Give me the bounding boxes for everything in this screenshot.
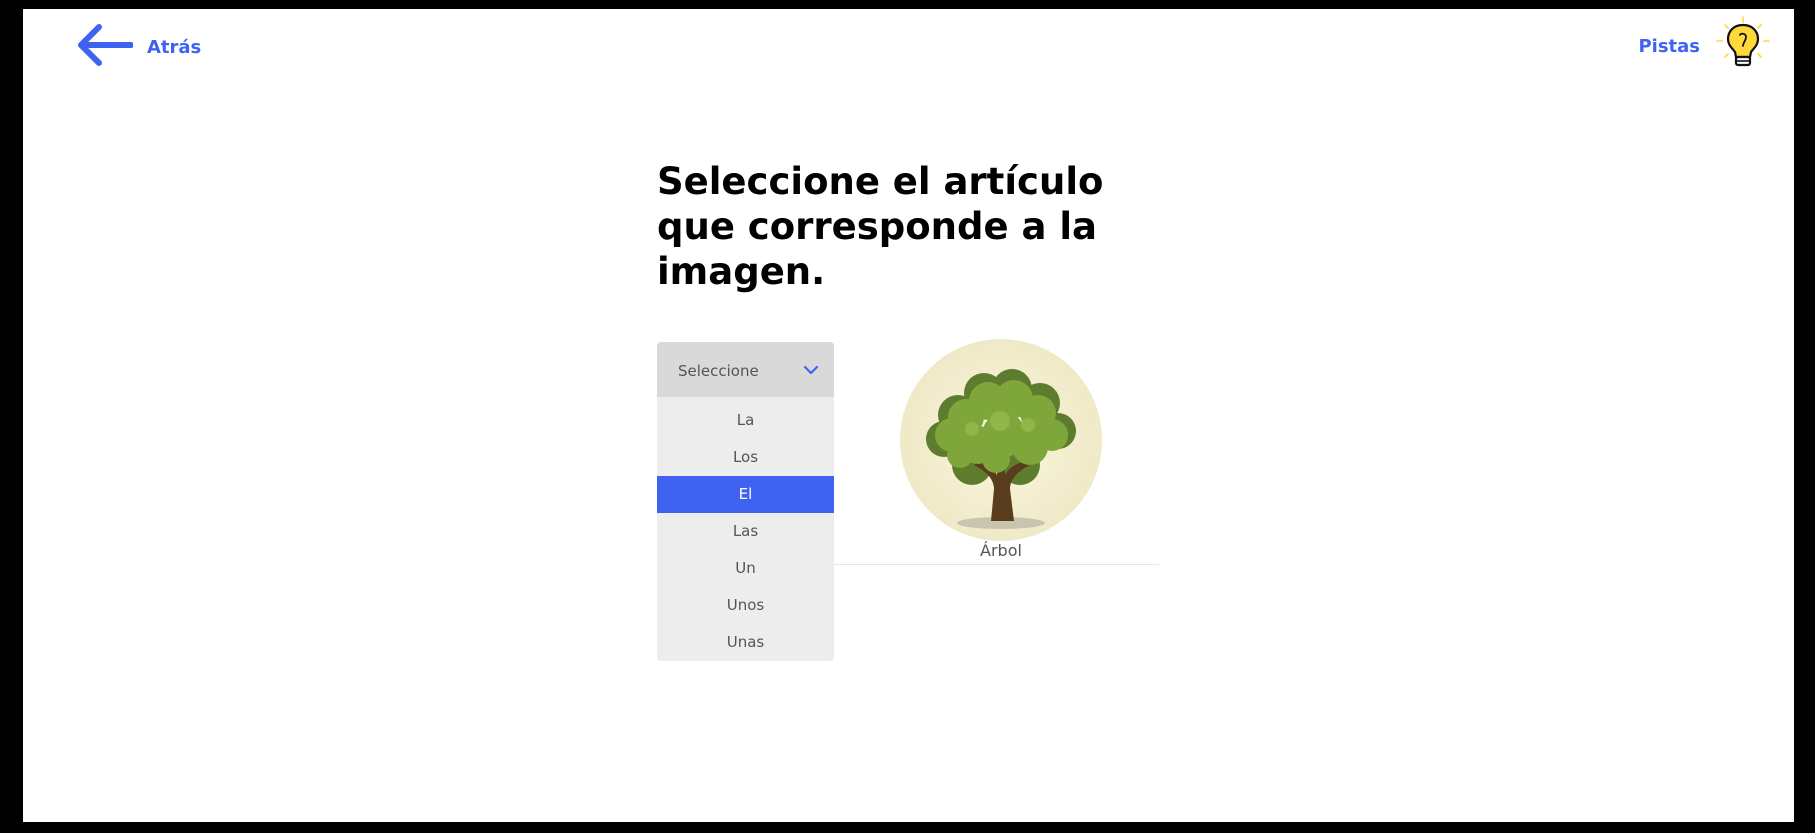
option-las[interactable]: Las — [657, 513, 834, 550]
chevron-down-icon — [803, 361, 819, 380]
answer-divider — [834, 564, 1159, 565]
option-la[interactable]: La — [657, 402, 834, 439]
option-unas[interactable]: Unas — [657, 624, 834, 661]
option-unos[interactable]: Unos — [657, 587, 834, 624]
exercise-title: Seleccione el artículo que corresponde a… — [657, 160, 1104, 293]
hints-label: Pistas — [1638, 35, 1700, 57]
page-frame: Atrás Pistas Seleccione el artículo que … — [23, 9, 1794, 822]
article-options-list: La Los El Las Un Unos Unas — [657, 397, 834, 661]
lightbulb-icon — [1714, 15, 1772, 77]
back-label: Atrás — [147, 36, 202, 58]
tree-icon — [900, 339, 1102, 541]
option-el[interactable]: El — [657, 476, 834, 513]
article-select[interactable]: Seleccione — [657, 342, 834, 397]
back-button[interactable]: Atrás — [75, 23, 201, 71]
option-los[interactable]: Los — [657, 439, 834, 476]
hints-button[interactable]: Pistas — [1638, 15, 1772, 77]
option-un[interactable]: Un — [657, 550, 834, 587]
picture-word-label: Árbol — [980, 541, 1022, 560]
arrow-left-icon — [75, 23, 134, 71]
select-placeholder: Seleccione — [678, 362, 759, 380]
